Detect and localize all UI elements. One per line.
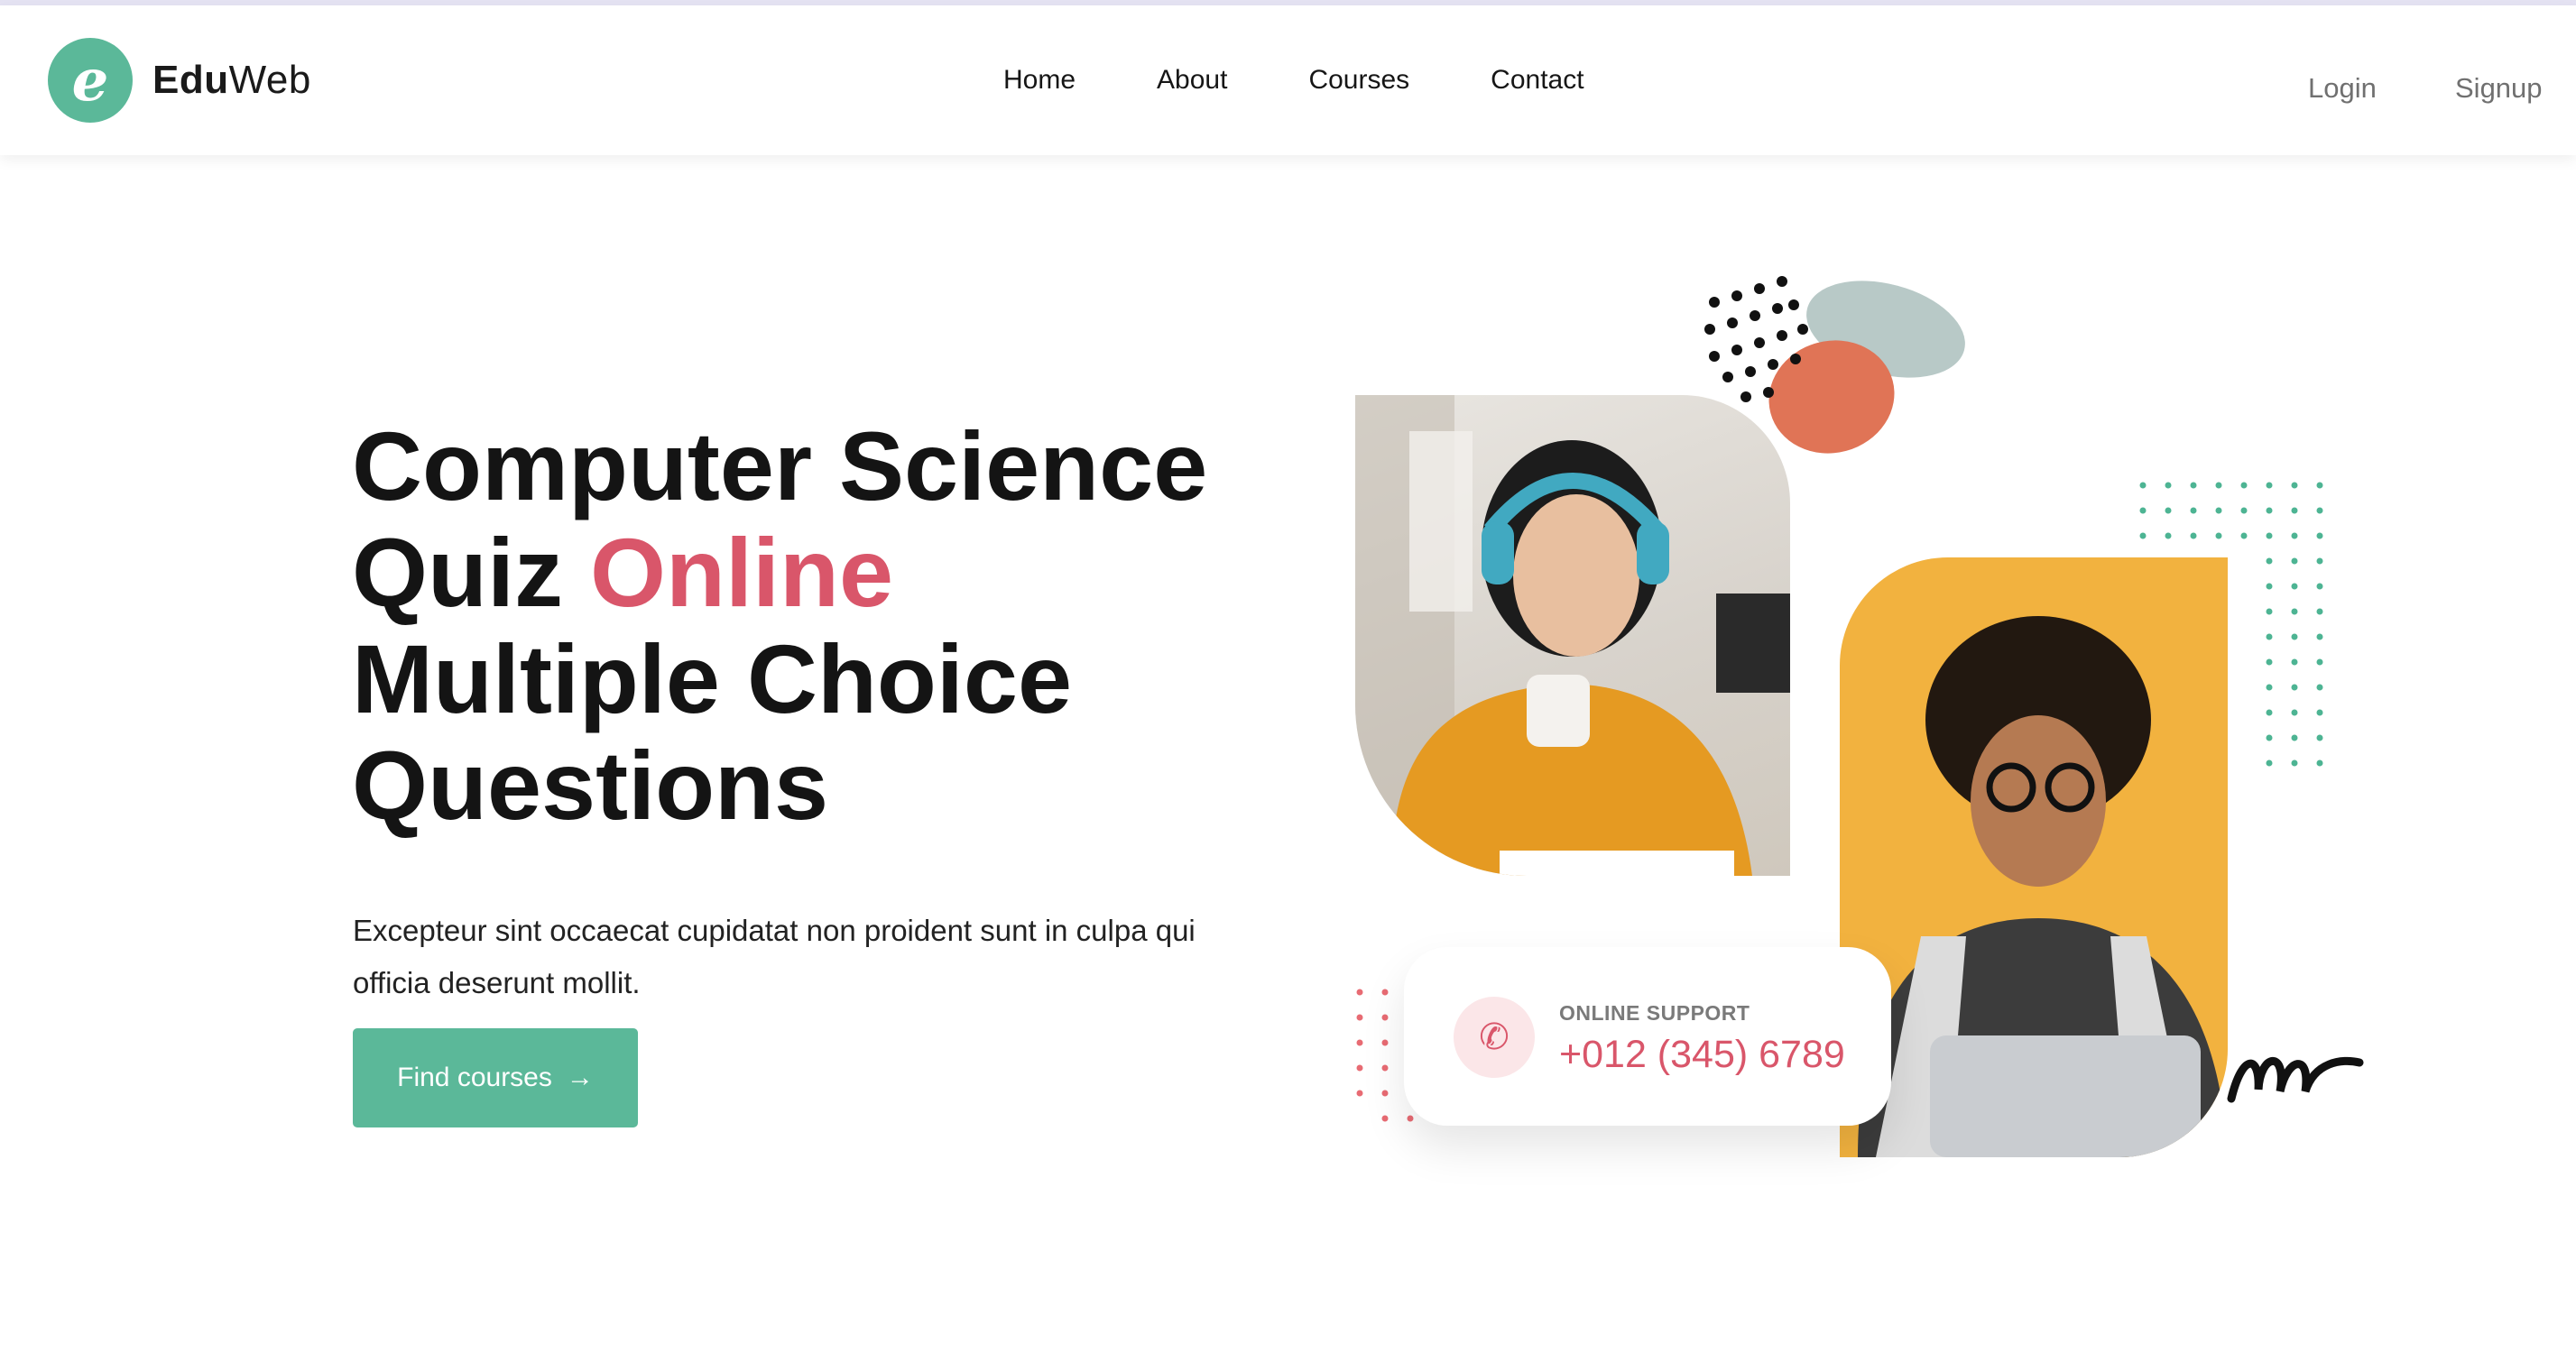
decorative-squiggle [2227,1056,2364,1103]
brand-logo[interactable]: e EduWeb [48,38,311,123]
hero-description: Excepteur sint occaecat cupidatat non pr… [353,914,1196,999]
nav-contact[interactable]: Contact [1491,65,1583,96]
online-support-card: ✆ ONLINE SUPPORT +012 (345) 6789 [1404,947,1891,1126]
hero-title-line-3: Multiple Choice [352,624,1073,733]
arrow-right-icon: → [566,1063,594,1092]
nav-about[interactable]: About [1157,65,1227,96]
hero-title-line-4: Questions [352,731,829,840]
nav-courses[interactable]: Courses [1308,65,1409,96]
find-courses-button[interactable]: Find courses → [353,1028,638,1127]
eduweb-logo-icon: e [48,38,133,123]
phone-icon[interactable]: ✆ [1454,997,1535,1078]
support-label: ONLINE SUPPORT [1559,1001,1750,1025]
main-nav: Home About Courses Contact [1003,65,1666,96]
hero-title-accent: Online [590,518,894,627]
brand-name: EduWeb [152,58,311,102]
hero-title-line-1: Computer Science [352,411,1208,520]
hero-title: Computer Science Quiz Online Multiple Ch… [352,413,1254,839]
nav-home[interactable]: Home [1003,65,1076,96]
login-link[interactable]: Login [2308,72,2377,105]
find-courses-label: Find courses [397,1063,552,1092]
hero-title-line-2: Quiz Online [352,518,894,627]
student-photo-headphones [1355,395,1790,876]
support-phone[interactable]: +012 (345) 6789 [1559,1033,1845,1077]
signup-link[interactable]: Signup [2455,72,2543,105]
site-header: e EduWeb Home About Courses Contact Logi… [0,5,2576,155]
student-photo-thinking [1840,557,2228,1157]
